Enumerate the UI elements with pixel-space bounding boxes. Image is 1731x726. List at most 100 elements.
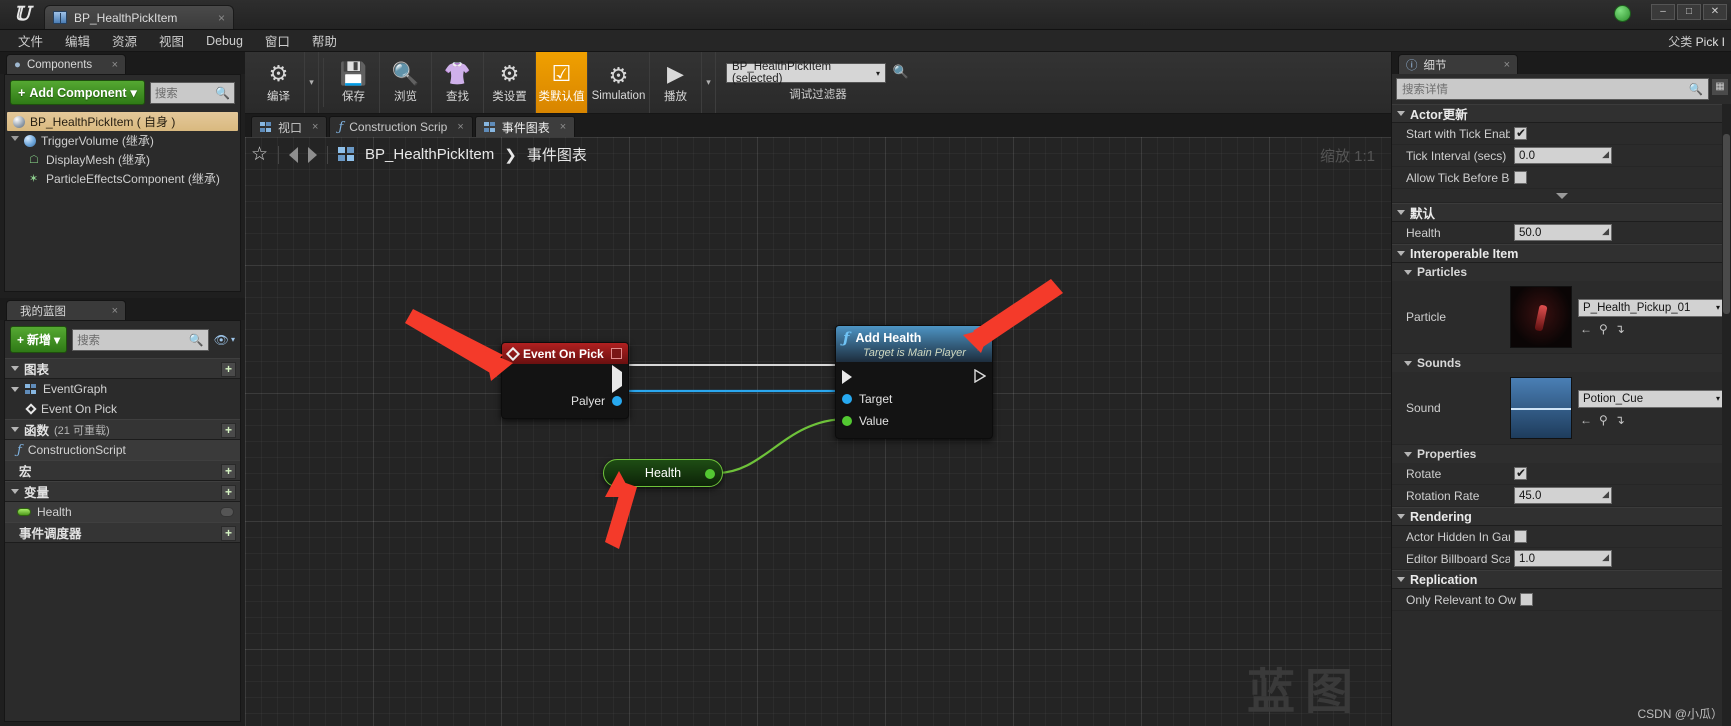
category-replication[interactable]: Replication <box>1392 570 1731 589</box>
toolbar-button-browse[interactable]: 🔍 浏览 <box>380 52 432 113</box>
event-graph-canvas[interactable]: ☆ BP_HealthPickItem ❯ 事件图表 缩放 1:1 蓝图 Eve… <box>245 137 1391 726</box>
menu-item-edit[interactable]: 编辑 <box>55 29 100 52</box>
menu-item-view[interactable]: 视图 <box>149 29 194 52</box>
checkbox-start-with-tick[interactable] <box>1514 126 1527 140</box>
close-button[interactable]: ✕ <box>1703 4 1727 20</box>
node-event-on-pick[interactable]: Event On Pick Palyer <box>501 342 629 419</box>
input-rotation-rate[interactable]: 45.0 ◢ <box>1514 487 1612 504</box>
toolbar-button-play[interactable]: ▶ 播放 <box>650 52 702 113</box>
section-header-variables[interactable]: 变量 + <box>5 481 240 502</box>
maximize-button[interactable]: □ <box>1677 4 1701 20</box>
category-default[interactable]: 默认 <box>1392 203 1731 222</box>
close-icon[interactable]: × <box>457 121 463 133</box>
node-variable-health[interactable]: Health <box>603 459 723 487</box>
subcategory-sounds[interactable]: Sounds <box>1392 354 1731 372</box>
exec-input-pin[interactable] <box>842 370 852 384</box>
menu-item-assets[interactable]: 资源 <box>102 29 147 52</box>
exec-output-pin[interactable] <box>964 368 987 386</box>
component-row-particleeffects[interactable]: ✶ ParticleEffectsComponent (继承) <box>5 169 240 188</box>
close-icon[interactable]: × <box>1504 59 1510 71</box>
add-new-button[interactable]: + 新增 ▾ <box>10 326 68 353</box>
play-options-caret[interactable]: ▾ <box>702 52 716 113</box>
add-component-button[interactable]: + Add Component ▾ <box>10 80 145 105</box>
list-item-event-on-pick[interactable]: Event On Pick <box>5 399 240 419</box>
browse-asset-icon[interactable]: ⚲ <box>1599 413 1608 427</box>
add-macro-button[interactable]: + <box>221 464 236 479</box>
favorite-star-icon[interactable]: ☆ <box>251 143 268 166</box>
visibility-toggle-button[interactable]: 👁 ▾ <box>214 333 235 347</box>
use-selected-asset-icon[interactable]: ← <box>1580 322 1592 336</box>
checkbox-rotate[interactable] <box>1514 466 1527 480</box>
add-dispatcher-button[interactable]: + <box>221 526 236 541</box>
category-actor-tick[interactable]: Actor更新 <box>1392 104 1731 123</box>
details-scrollbar[interactable] <box>1722 104 1731 726</box>
sound-asset-select[interactable]: Potion_Cue ▾ <box>1578 389 1725 408</box>
target-input-pin[interactable] <box>842 394 852 404</box>
tab-construction-script[interactable]: ƒ Construction Scrip × <box>329 116 473 137</box>
list-item-health-variable[interactable]: Health <box>5 502 240 522</box>
variable-output-pin[interactable] <box>705 469 715 479</box>
document-tab-bp-healthpickitem[interactable]: BP_HealthPickItem × <box>44 5 234 29</box>
menu-item-debug[interactable]: Debug <box>196 32 253 50</box>
breadcrumb-root[interactable]: BP_HealthPickItem <box>365 146 494 163</box>
node-add-health[interactable]: ƒ Add Health Target is Main Player Targe… <box>835 325 993 439</box>
add-graph-button[interactable]: + <box>221 362 236 377</box>
close-icon[interactable]: × <box>218 11 225 25</box>
browse-asset-icon[interactable]: ⚲ <box>1599 322 1608 336</box>
subcategory-properties[interactable]: Properties <box>1392 445 1731 463</box>
delegate-pin-icon[interactable] <box>611 348 622 359</box>
sound-waveform-thumbnail[interactable] <box>1510 377 1572 439</box>
list-item-eventgraph[interactable]: EventGraph <box>5 379 240 399</box>
value-input-pin[interactable] <box>842 416 852 426</box>
minimize-button[interactable]: – <box>1651 4 1675 20</box>
back-arrow-icon[interactable] <box>289 146 299 163</box>
section-header-graphs[interactable]: 图表 + <box>5 358 240 379</box>
checkbox-actor-hidden-in-game[interactable] <box>1514 530 1527 543</box>
toolbar-button-find[interactable]: 👚 查找 <box>432 52 484 113</box>
component-row-triggervolume[interactable]: TriggerVolume (继承) <box>5 131 240 150</box>
forward-arrow-icon[interactable] <box>308 146 318 163</box>
checkbox-only-relevant-to-owner[interactable] <box>1520 593 1533 606</box>
toolbar-button-class-settings[interactable]: ⚙ 类设置 <box>484 52 536 113</box>
tab-event-graph[interactable]: 事件图表 × <box>474 116 576 137</box>
search-icon[interactable]: 🔍 <box>892 64 910 82</box>
toolbar-button-simulation[interactable]: ⚙ Simulation <box>588 52 650 113</box>
reset-asset-icon[interactable]: ↴ <box>1615 413 1625 427</box>
parent-class-value[interactable]: Pick I <box>1696 35 1725 49</box>
close-icon[interactable]: × <box>560 121 566 133</box>
eye-icon[interactable] <box>220 507 234 517</box>
exec-output-pin[interactable] <box>612 365 622 393</box>
section-header-functions[interactable]: 函数 (21 可重载) + <box>5 419 240 440</box>
add-function-button[interactable]: + <box>221 423 236 438</box>
tab-my-blueprint[interactable]: 我的蓝图 × <box>6 300 126 320</box>
input-tick-interval[interactable]: 0.0 ◢ <box>1514 147 1612 164</box>
chevron-down-icon[interactable] <box>11 136 19 145</box>
component-row-self[interactable]: BP_HealthPickItem ( 自身 ) <box>7 112 238 131</box>
section-header-macros[interactable]: 宏 + <box>5 460 240 481</box>
component-row-displaymesh[interactable]: ☖ DisplayMesh (继承) <box>5 150 240 169</box>
list-item-constructionscript[interactable]: ƒ ConstructionScript <box>5 440 240 460</box>
compile-options-caret[interactable]: ▾ <box>305 52 319 113</box>
components-search-input[interactable]: 搜索 🔍 <box>149 81 235 104</box>
menu-item-help[interactable]: 帮助 <box>302 29 347 52</box>
stepper-icon[interactable]: ◢ <box>1602 552 1609 563</box>
debug-filter-select[interactable]: BP_HealthPickItem (selected) ▾ <box>726 61 886 85</box>
menu-item-window[interactable]: 窗口 <box>255 29 300 52</box>
input-health[interactable]: 50.0 ◢ <box>1514 224 1612 241</box>
stepper-icon[interactable]: ◢ <box>1602 489 1609 500</box>
my-blueprint-search-input[interactable]: 搜索 🔍 <box>72 328 209 351</box>
tab-details[interactable]: ⓘ 细节 × <box>1398 54 1518 74</box>
checkbox-allow-tick-before-begin[interactable] <box>1514 171 1527 184</box>
particle-asset-select[interactable]: P_Health_Pickup_01 ▾ <box>1578 298 1725 317</box>
toolbar-button-save[interactable]: 💾 保存 <box>328 52 380 113</box>
object-output-pin[interactable] <box>612 396 622 406</box>
toolbar-button-class-defaults[interactable]: ☑ 类默认值 <box>536 52 588 113</box>
section-header-event-dispatchers[interactable]: 事件调度器 + <box>5 522 240 543</box>
menu-item-file[interactable]: 文件 <box>8 29 53 52</box>
stepper-icon[interactable]: ◢ <box>1602 226 1609 237</box>
close-icon[interactable]: × <box>112 59 118 71</box>
input-editor-billboard-scale[interactable]: 1.0 ◢ <box>1514 550 1612 567</box>
scrollbar-thumb[interactable] <box>1723 134 1730 314</box>
particle-thumbnail[interactable] <box>1510 286 1572 348</box>
reset-asset-icon[interactable]: ↴ <box>1615 322 1625 336</box>
